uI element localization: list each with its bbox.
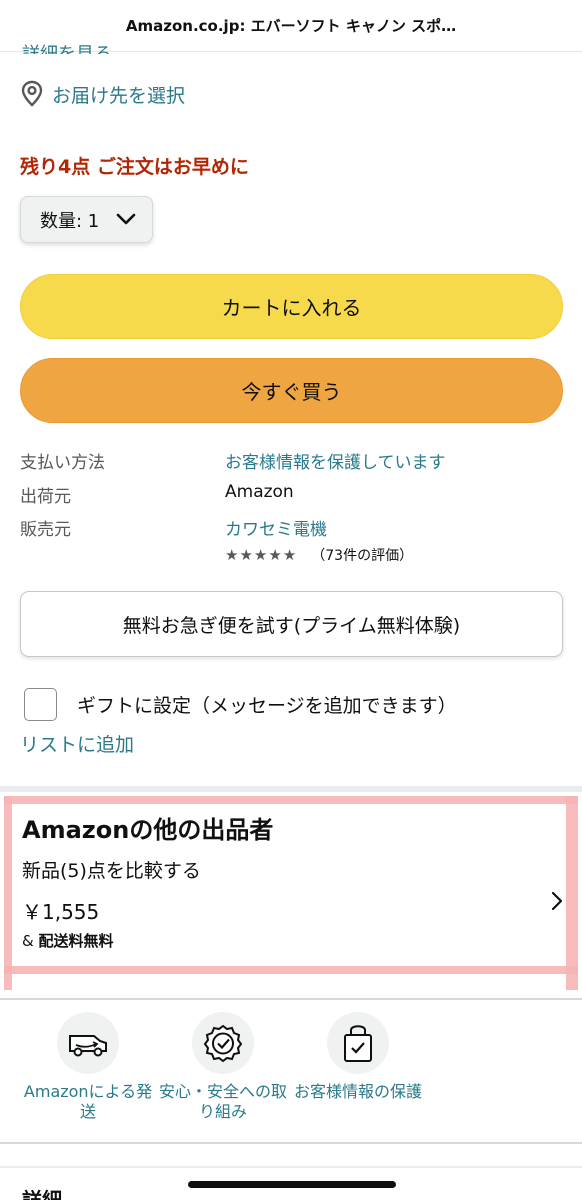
seller-rating[interactable]: ★ ★ ★ ★ ★ （73件の評価） (225, 545, 413, 565)
section-divider (0, 1166, 582, 1168)
location-pin-icon (21, 80, 43, 107)
star-icon: ★ (225, 546, 239, 564)
feature-label: お客様情報の保護 (293, 1082, 422, 1101)
info-row-seller: 販売元 カワセミ電機 (20, 515, 327, 540)
star-icon: ★ (253, 546, 268, 564)
section-divider (0, 998, 582, 1000)
feature-label: 安心・安全への取り組み (158, 1082, 287, 1121)
highlight-frame-left (4, 796, 12, 990)
page-title: Amazon.co.jp: エバーソフト キャノン スポ… (125, 17, 457, 35)
payment-security-link[interactable]: お客様情報を保護しています (225, 448, 446, 473)
add-to-list-link[interactable]: リストに追加 (20, 730, 134, 757)
star-icon: ★ (239, 546, 253, 564)
highlight-frame-right (566, 796, 578, 990)
info-row-payment: 支払い方法 お客様情報を保護しています (20, 448, 446, 473)
rating-stars: ★ ★ ★ ★ ★ (225, 546, 297, 564)
other-sellers-heading: Amazonの他の出品者 (22, 816, 274, 844)
home-indicator[interactable] (188, 1181, 396, 1188)
trust-features: Amazonによる発送 安心・安全への取り組み お客様情報の保護 (0, 1012, 582, 1132)
lowest-price: ￥1,555 (22, 900, 100, 924)
deliver-to-label[interactable]: お届け先を選択 (52, 81, 185, 108)
highlight-frame-top (4, 796, 578, 804)
feature-safety[interactable]: 安心・安全への取り組み (153, 1012, 293, 1122)
info-key: 販売元 (20, 520, 71, 540)
quantity-label: 数量: 1 (40, 210, 100, 232)
feature-amazon-shipping[interactable]: Amazonによる発送 (18, 1012, 158, 1122)
seller-link[interactable]: カワセミ電機 (225, 515, 327, 540)
feature-label: Amazonによる発送 (23, 1082, 153, 1121)
star-icon: ★ (282, 546, 297, 564)
other-sellers-card[interactable]: Amazonの他の出品者 新品(5)点を比較する ￥1,555 & 配送料無料 (0, 796, 582, 986)
info-key: 支払い方法 (20, 453, 105, 473)
details-heading: 詳細 (22, 1188, 62, 1200)
quantity-dropdown[interactable]: 数量: 1 (20, 196, 153, 243)
gift-option[interactable]: ギフトに設定（メッセージを追加できます） (24, 688, 457, 721)
gift-label: ギフトに設定（メッセージを追加できます） (77, 695, 457, 717)
section-divider (0, 786, 582, 792)
info-key: 出荷元 (20, 487, 71, 507)
deliver-to-select[interactable]: お届け先を選択 (20, 80, 185, 108)
delivery-van-icon (57, 1012, 119, 1074)
shipping-prefix: & (22, 932, 39, 950)
buy-now-button[interactable]: 今すぐ買う (20, 358, 563, 423)
safety-badge-icon (192, 1012, 254, 1074)
highlight-frame-bottom (4, 966, 578, 974)
section-divider (0, 1142, 582, 1144)
chevron-right-icon (551, 891, 563, 911)
feature-privacy[interactable]: お客様情報の保護 (288, 1012, 428, 1102)
compare-offers-text: 新品(5)点を比較する (22, 860, 201, 882)
shipping-info: & 配送料無料 (22, 930, 113, 951)
info-row-shipper: 出荷元 Amazon (20, 482, 294, 507)
rating-count: （73件の評価） (311, 548, 414, 564)
free-shipping-label: 配送料無料 (38, 932, 114, 950)
add-to-cart-button[interactable]: カートに入れる (20, 274, 563, 339)
chevron-down-icon (116, 213, 136, 225)
shipper-value: Amazon (225, 482, 294, 502)
gift-checkbox[interactable] (24, 688, 57, 721)
see-details-link[interactable]: 詳細を見る (22, 40, 112, 54)
prime-trial-button[interactable]: 無料お急ぎ便を試す(プライム無料体験) (20, 591, 563, 657)
star-icon: ★ (268, 546, 282, 564)
secure-bag-icon (327, 1012, 389, 1074)
stock-warning: 残り4点 ご注文はお早めに (20, 156, 249, 178)
